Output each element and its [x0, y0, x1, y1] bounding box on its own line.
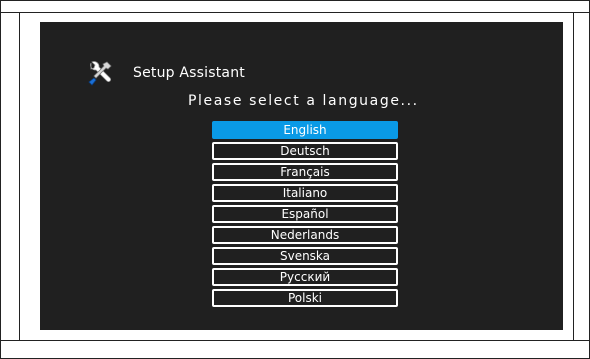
frame-left-line: [19, 13, 20, 340]
language-option-4[interactable]: Español: [212, 205, 398, 223]
language-option-5[interactable]: Nederlands: [212, 226, 398, 244]
setup-screen: Setup Assistant Please select a language…: [40, 22, 563, 330]
language-option-2[interactable]: Français: [212, 163, 398, 181]
tools-icon: [86, 59, 114, 87]
frame-top-bar: [1, 1, 590, 13]
device-frame: Setup Assistant Please select a language…: [0, 0, 590, 359]
language-option-8[interactable]: Polski: [212, 289, 398, 307]
frame-right-line: [573, 13, 574, 340]
language-option-7[interactable]: Русский: [212, 268, 398, 286]
page-title: Setup Assistant: [133, 65, 245, 81]
header: Setup Assistant: [86, 59, 245, 87]
language-prompt: Please select a language...: [188, 93, 419, 109]
language-option-1[interactable]: Deutsch: [212, 142, 398, 160]
language-option-0[interactable]: English: [212, 121, 398, 139]
language-option-6[interactable]: Svenska: [212, 247, 398, 265]
language-option-3[interactable]: Italiano: [212, 184, 398, 202]
frame-bottom-line: [1, 340, 590, 341]
language-list: English Deutsch Français Italiano Español Ned…: [212, 121, 398, 310]
